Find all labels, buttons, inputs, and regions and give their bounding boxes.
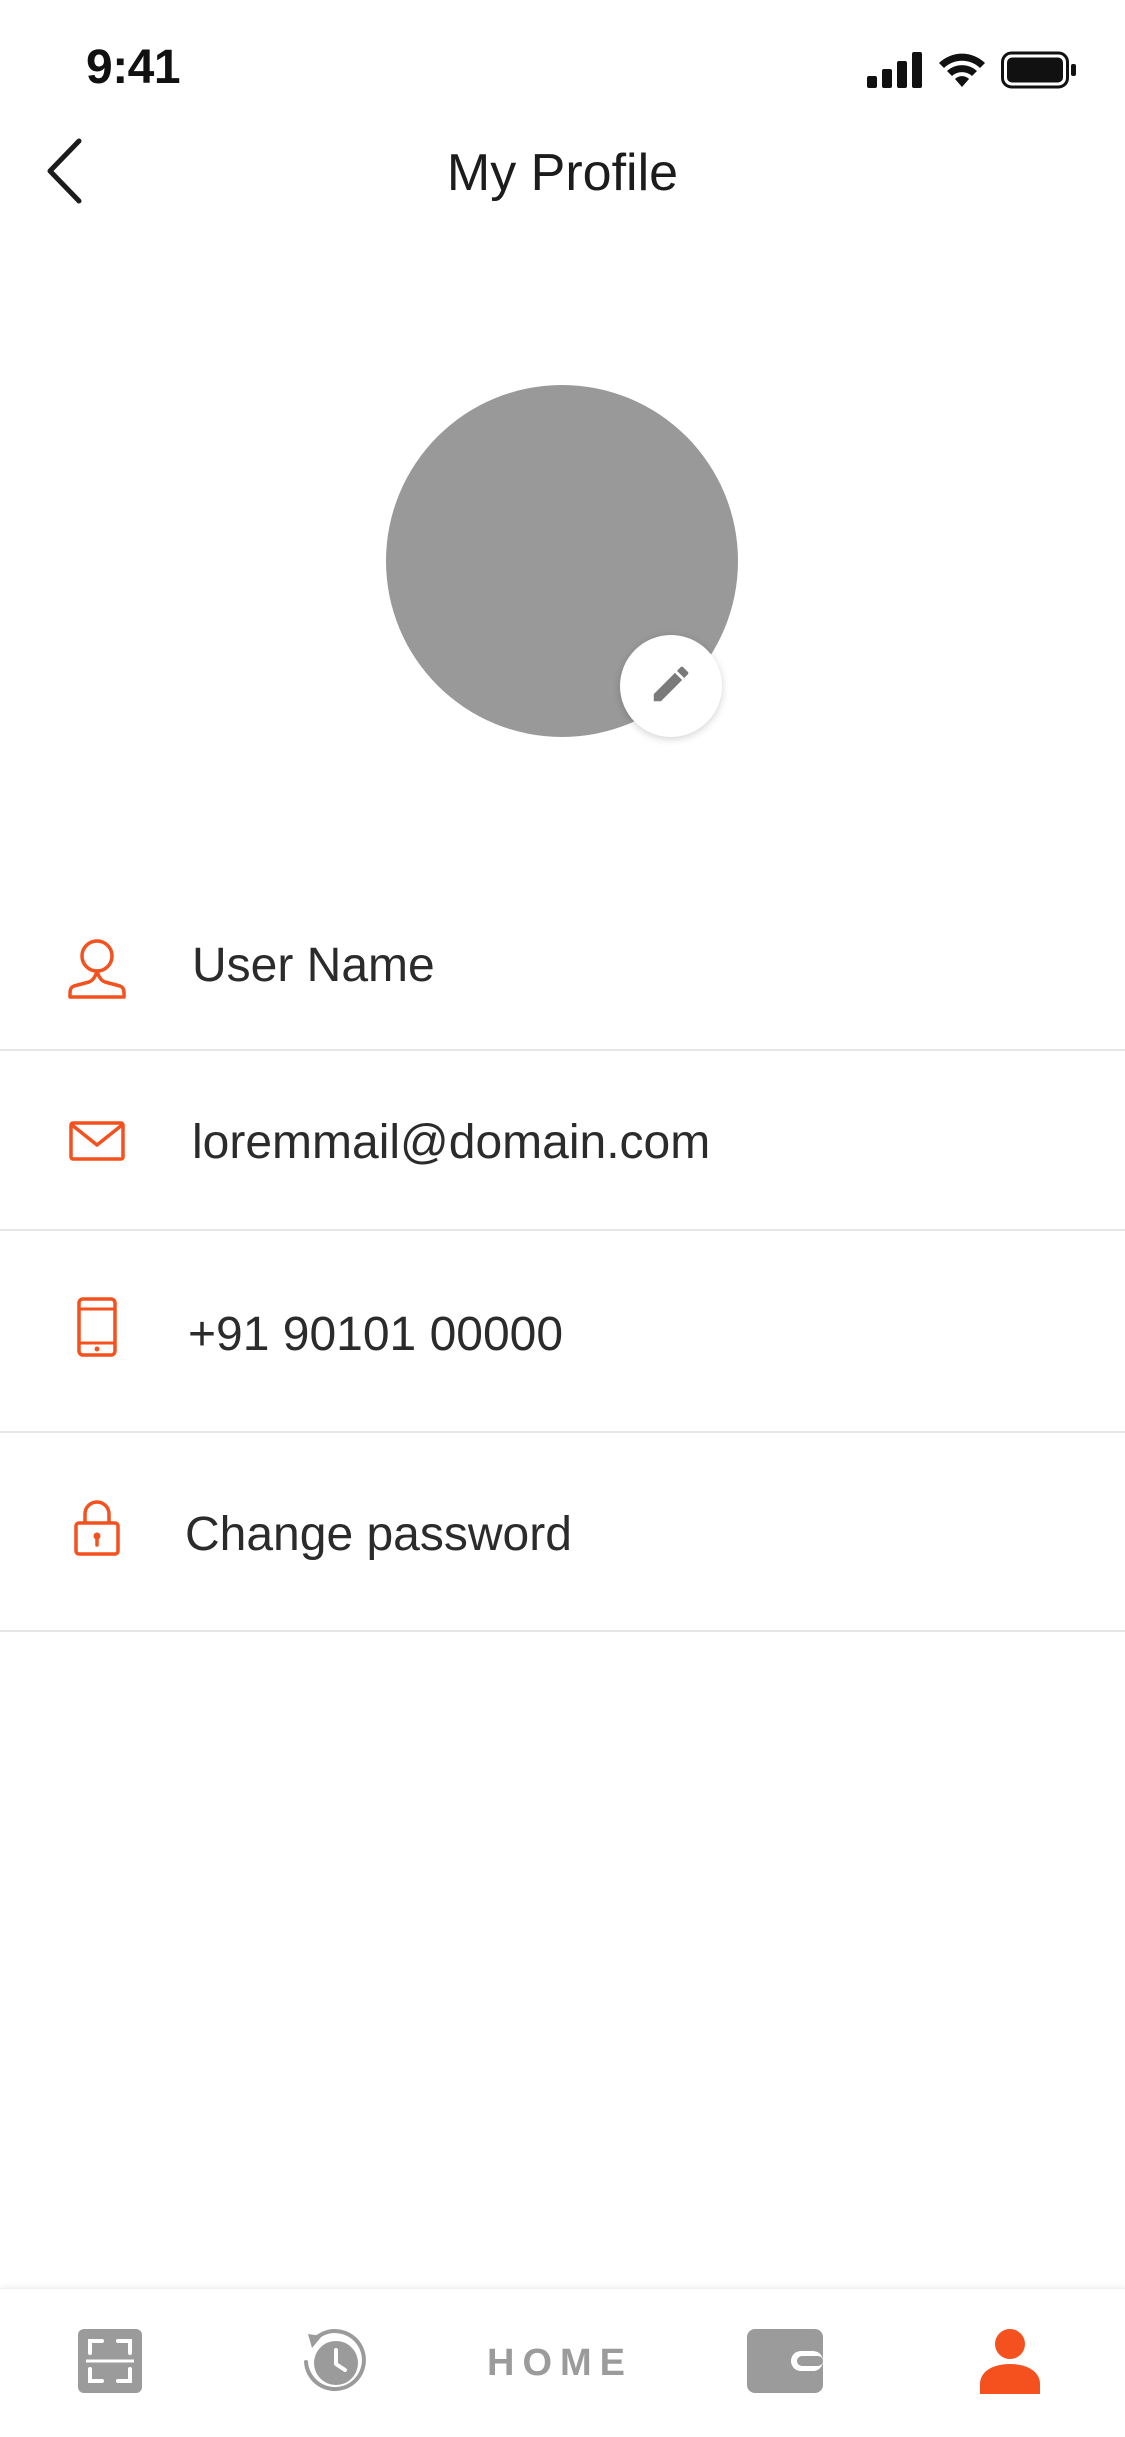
profile-row-username[interactable]: User Name [0, 880, 1125, 1051]
change-password-label: Change password [185, 1508, 572, 1561]
tab-profile[interactable] [940, 2289, 1080, 2437]
wifi-icon [937, 51, 987, 94]
battery-icon [1001, 51, 1077, 94]
phone-icon [64, 1297, 130, 1357]
page-title: My Profile [446, 144, 679, 202]
lock-icon [64, 1499, 130, 1557]
profile-list: User Name loremmail@domain.com +91 90101… [0, 880, 1125, 1632]
tab-bar: HOME [0, 2288, 1125, 2437]
status-time: 9:41 [86, 41, 181, 94]
edit-photo-button[interactable] [620, 635, 722, 737]
nav-header: My Profile [0, 110, 1125, 220]
user-icon [64, 938, 130, 1000]
tab-home-label: HOME [487, 2341, 633, 2384]
mail-icon [64, 1121, 130, 1161]
avatar-container [386, 385, 738, 737]
tab-history[interactable] [265, 2289, 405, 2437]
profile-row-change-password[interactable]: Change password [0, 1433, 1125, 1632]
scan-icon [78, 2328, 142, 2398]
history-icon [300, 2326, 370, 2401]
phone-label: +91 90101 00000 [188, 1308, 564, 1361]
tab-home[interactable]: HOME [460, 2289, 660, 2437]
pencil-icon [648, 661, 694, 712]
cellular-signal-icon [867, 51, 923, 93]
tab-scan[interactable] [40, 2289, 180, 2437]
wallet-icon [747, 2328, 823, 2398]
status-icons [867, 50, 1077, 94]
tab-wallet[interactable] [715, 2289, 855, 2437]
profile-row-phone[interactable]: +91 90101 00000 [0, 1231, 1125, 1433]
email-label: loremmail@domain.com [192, 1116, 711, 1169]
username-label: User Name [192, 939, 435, 992]
profile-icon [980, 2328, 1040, 2399]
profile-row-email[interactable]: loremmail@domain.com [0, 1051, 1125, 1231]
